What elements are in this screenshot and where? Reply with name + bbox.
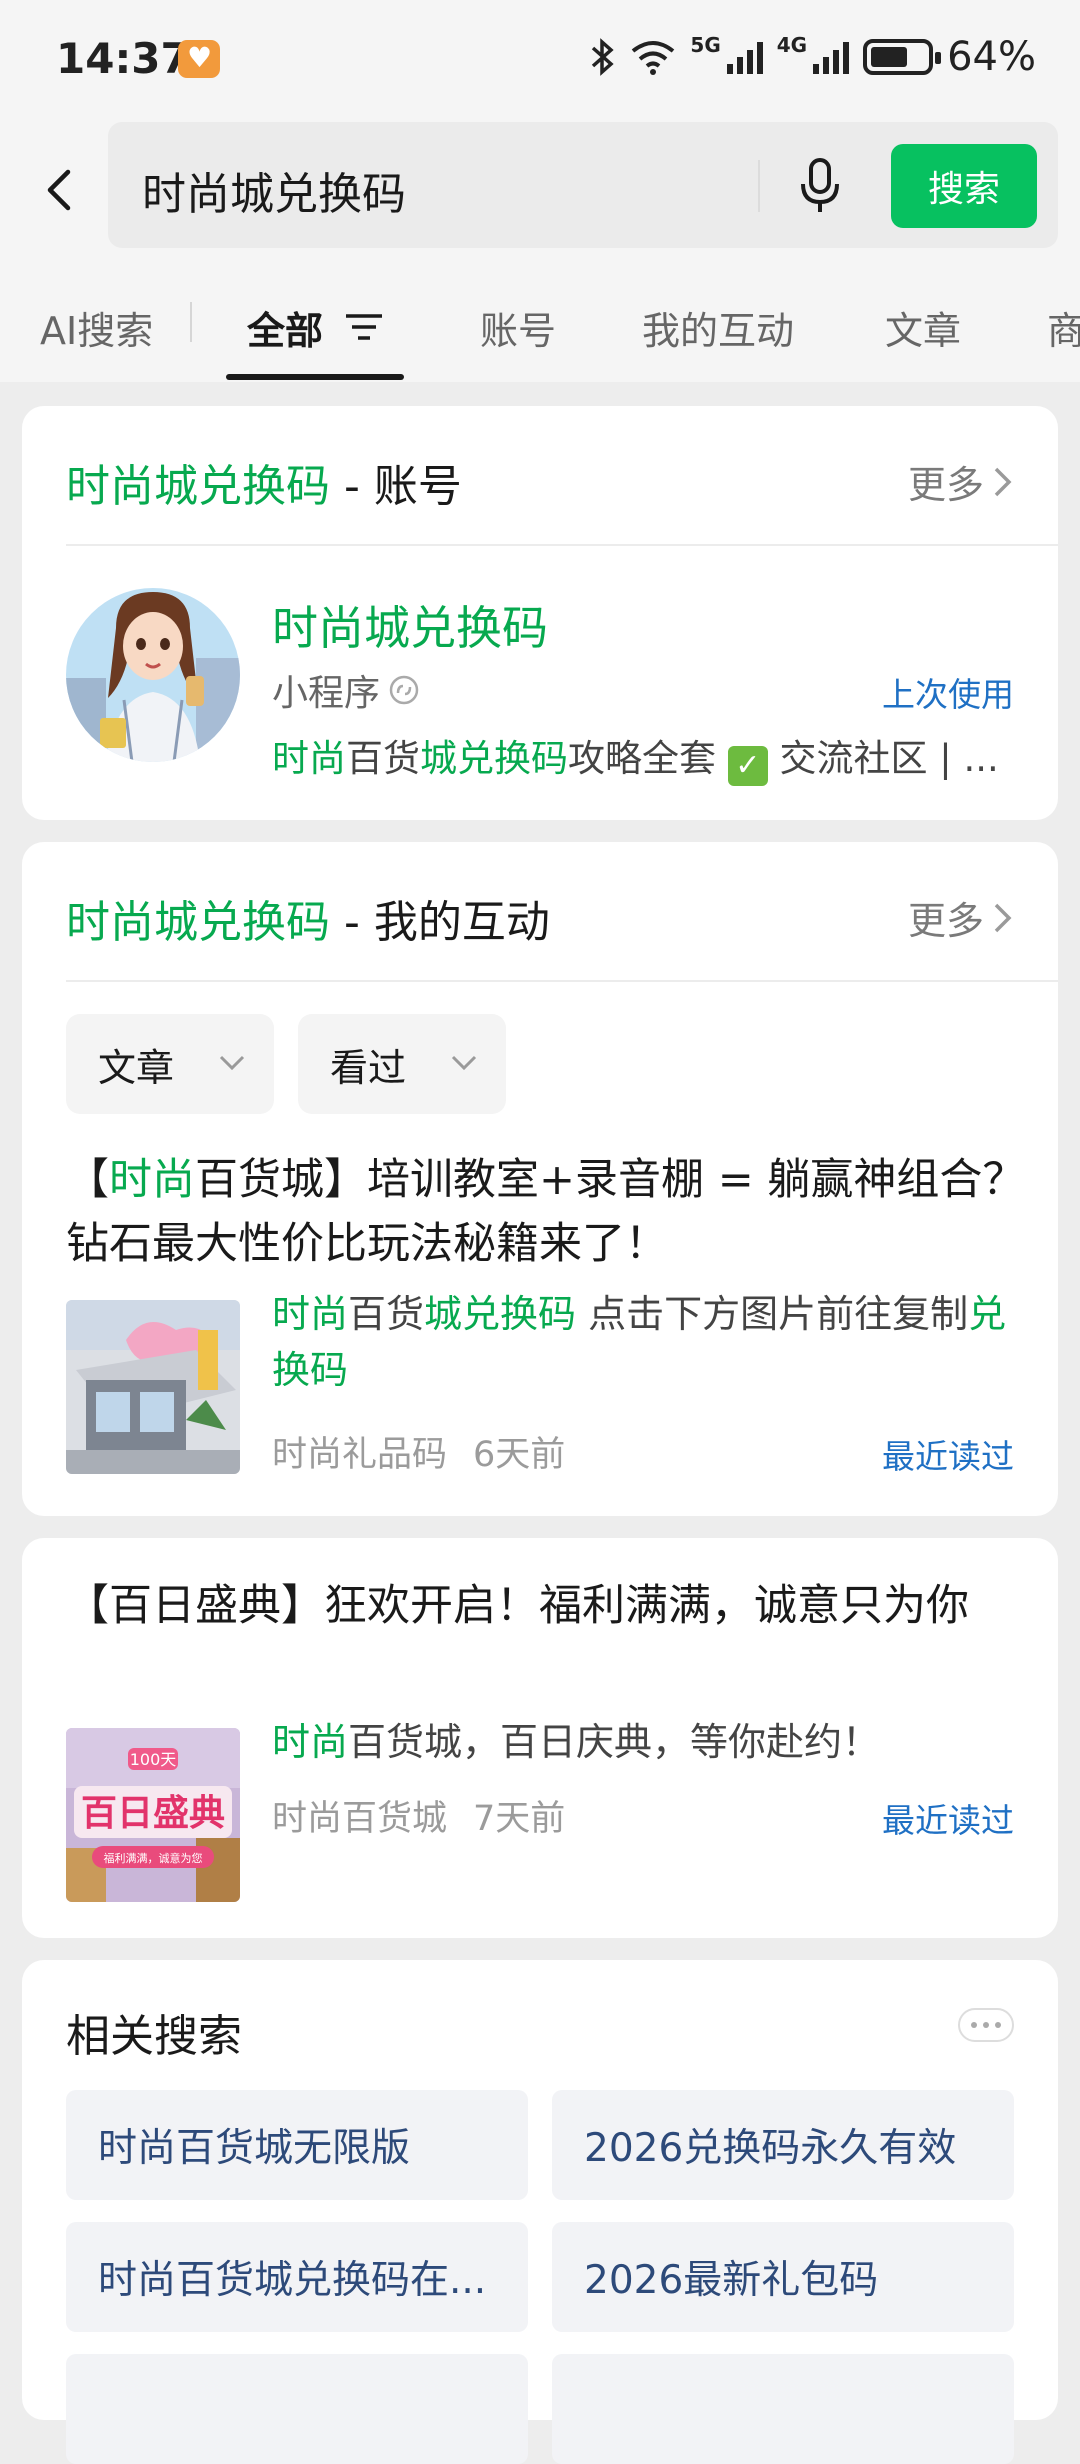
account-description: 时尚百货城兑换码攻略全套 ✓ 交流社区 | ... xyxy=(272,728,1012,786)
thumb-badge: 100天 xyxy=(130,1750,177,1769)
tab-active-indicator xyxy=(226,374,404,380)
article2-thumbnail[interactable]: 100天 百日盛典 福利满满，诚意为您 xyxy=(66,1728,240,1902)
related-searches-title: 相关搜索 xyxy=(66,2011,242,2062)
related-searches-card: 相关搜索 时尚百货城无限版 2026兑换码永久有效 时尚百货城兑换码在... 2… xyxy=(22,1960,1058,2464)
related-search-item-partial[interactable] xyxy=(66,2354,528,2464)
account-card-divider xyxy=(66,544,1058,546)
thumb-title: 百日盛典 xyxy=(81,1793,225,1834)
article2-desc-text: 百货城，百日庆典，等你赴约！ xyxy=(348,1720,881,1764)
bluetooth-icon xyxy=(592,38,615,76)
account-type: 小程序 xyxy=(272,664,420,716)
related-search-item-partial[interactable] xyxy=(552,2354,1014,2464)
article2-desc-highlight: 时尚 xyxy=(272,1720,349,1764)
result-tabs: AI搜索 全部 账号 我的互动 文章 商 xyxy=(0,260,1080,382)
tab-my-interactions[interactable]: 我的互动 xyxy=(642,300,794,355)
back-arrow-icon[interactable] xyxy=(40,160,80,220)
signal-icon xyxy=(726,40,763,74)
account-result-card: 时尚城兑换码 - 账号 更多 时尚城兑换码 小程序 上次使用 时尚百货城兑换码攻… xyxy=(22,406,1058,820)
desc-text-2: 攻略全套 xyxy=(568,737,728,780)
account-card-header: 时尚城兑换码 - 账号 xyxy=(66,450,462,514)
filter-icon[interactable] xyxy=(344,312,384,342)
related-search-item[interactable]: 时尚百货城无限版 xyxy=(66,2090,528,2200)
battery-icon xyxy=(863,39,942,75)
article2-time: 7天前 xyxy=(473,1799,566,1839)
desc-tail: 交流社区 | ... xyxy=(767,737,999,780)
related-search-item[interactable]: 时尚百货城兑换码在... xyxy=(66,2222,528,2332)
account-card-suffix: - 账号 xyxy=(330,461,462,512)
filter-type-label: 文章 xyxy=(98,1045,175,1090)
mini-program-icon xyxy=(389,675,419,705)
article-title-highlight: 时尚 xyxy=(109,1155,195,1205)
thumb-subtitle: 福利满满，诚意为您 xyxy=(104,1851,203,1865)
article2-source: 时尚百货城 xyxy=(272,1799,448,1839)
account-type-label: 小程序 xyxy=(272,673,381,714)
tab-all[interactable]: 全部 xyxy=(247,300,323,355)
search-button[interactable]: 搜索 xyxy=(891,144,1037,228)
last-used-label: 上次使用 xyxy=(882,675,1014,714)
network-5g-label: 5G xyxy=(690,33,721,57)
tab-ai-search[interactable]: AI搜索 xyxy=(40,300,153,355)
interaction-more-label: 更多 xyxy=(907,899,984,943)
interaction-card-suffix: - 我的互动 xyxy=(330,897,550,948)
article-source: 时尚礼品码 xyxy=(272,1435,448,1475)
status-bar: 14:37 5G 4G 64% xyxy=(0,0,1080,120)
article-card-2[interactable]: 【百日盛典】狂欢开启！福利满满，诚意只为你 100天 百日盛典 福利满满，诚意为… xyxy=(22,1538,1058,1938)
account-more-label: 更多 xyxy=(907,463,984,507)
search-query[interactable]: 时尚城兑换码 xyxy=(142,158,406,222)
filter-type-dropdown[interactable]: 文章 xyxy=(66,1014,274,1114)
chevron-down-icon xyxy=(219,1055,245,1071)
signal-icon-2 xyxy=(813,40,850,74)
article-thumbnail[interactable] xyxy=(66,1300,240,1474)
microphone-icon[interactable] xyxy=(798,156,842,216)
article-desc-text: 百货 xyxy=(348,1292,425,1336)
article-title[interactable]: 【时尚百货城】培训教室+录音棚 = 躺赢神组合？钻石最大性价比玩法秘籍来了！ xyxy=(66,1148,1026,1276)
recently-read-label: 最近读过 xyxy=(882,1437,1014,1476)
tab-accounts[interactable]: 账号 xyxy=(480,300,556,355)
search-divider xyxy=(758,160,760,212)
account-avatar[interactable] xyxy=(66,588,240,762)
article2-recently-read: 最近读过 xyxy=(882,1801,1014,1840)
article-desc-text-2: 点击下方图片前往复制 xyxy=(576,1292,969,1336)
desc-highlight: 时尚 xyxy=(272,737,346,780)
tab-shop[interactable]: 商 xyxy=(1047,300,1080,355)
status-time: 14:37 xyxy=(56,34,190,83)
article-title-pre: 【 xyxy=(66,1155,109,1205)
chevron-right-icon xyxy=(994,903,1012,932)
article-meta: 时尚礼品码 6天前 xyxy=(272,1426,565,1477)
interaction-card-divider xyxy=(66,980,1058,982)
related-search-item[interactable]: 2026最新礼包码 xyxy=(552,2222,1014,2332)
article-time: 6天前 xyxy=(473,1435,566,1475)
chevron-down-icon xyxy=(451,1055,477,1071)
account-name[interactable]: 时尚城兑换码 xyxy=(272,592,548,658)
article2-meta: 时尚百货城 7天前 xyxy=(272,1790,565,1841)
related-search-item[interactable]: 2026兑换码永久有效 xyxy=(552,2090,1014,2200)
desc-highlight-2: 城兑换码 xyxy=(420,737,568,780)
interaction-card-header: 时尚城兑换码 - 我的互动 xyxy=(66,886,550,950)
search-header: 时尚城兑换码 搜索 xyxy=(0,120,1080,260)
account-card-keyword: 时尚城兑换码 xyxy=(66,461,330,512)
desc-text: 百货 xyxy=(346,737,420,780)
wifi-icon xyxy=(632,41,675,75)
interaction-result-card: 时尚城兑换码 - 我的互动 更多 文章 看过 【时尚百货城】培训教室+录音棚 =… xyxy=(22,842,1058,1516)
search-input[interactable]: 时尚城兑换码 搜索 xyxy=(108,122,1058,248)
article2-title[interactable]: 【百日盛典】狂欢开启！福利满满，诚意只为你 xyxy=(66,1574,1026,1638)
article-desc-highlight: 时尚 xyxy=(272,1292,349,1336)
filter-status-dropdown[interactable]: 看过 xyxy=(298,1014,506,1114)
account-more-link[interactable]: 更多 xyxy=(908,454,1014,509)
article-desc-highlight-2: 城兑换码 xyxy=(424,1292,577,1336)
tab-separator xyxy=(190,302,192,342)
article2-description: 时尚百货城，百日庆典，等你赴约！ xyxy=(272,1714,1022,1770)
tab-articles[interactable]: 文章 xyxy=(885,300,961,355)
battery-percent: 64% xyxy=(947,34,1036,80)
interaction-more-link[interactable]: 更多 xyxy=(908,890,1014,945)
check-mark-icon: ✓ xyxy=(727,746,768,786)
more-options-icon[interactable] xyxy=(958,2008,1014,2042)
filter-status-label: 看过 xyxy=(330,1045,407,1090)
article-title-rest: 百货城】培训教室+录音棚 = 躺赢神组合？钻石最大性价比玩法秘籍来了！ xyxy=(66,1155,1026,1269)
chevron-right-icon xyxy=(994,467,1012,496)
app-notification-icon xyxy=(178,40,220,78)
interaction-card-keyword: 时尚城兑换码 xyxy=(66,897,330,948)
article-description: 时尚百货城兑换码 点击下方图片前往复制兑换码 xyxy=(272,1286,1022,1398)
network-4g-label: 4G xyxy=(776,33,808,57)
